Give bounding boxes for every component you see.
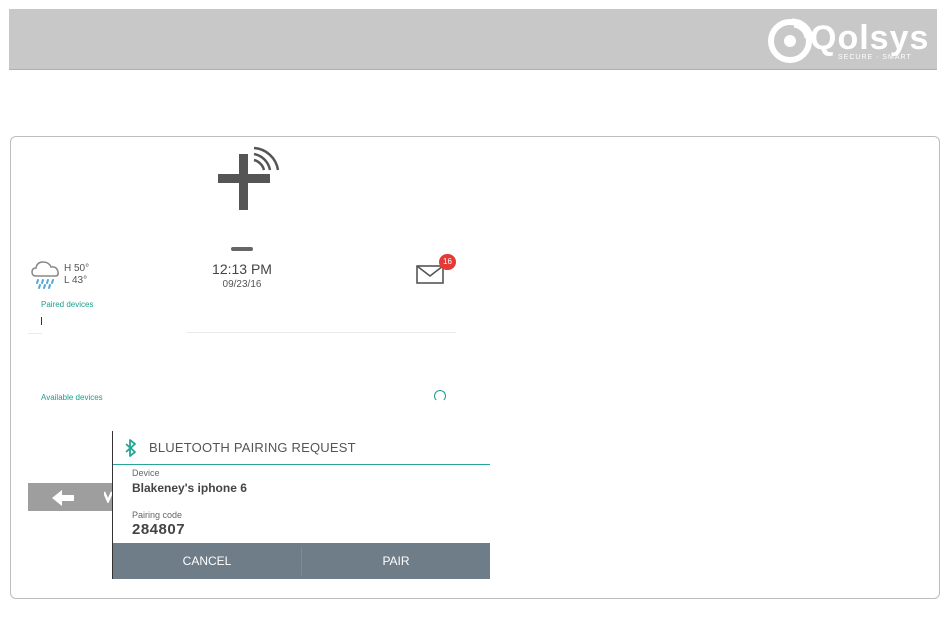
- clock-time: 12:13 PM: [212, 261, 272, 277]
- pairing-code-value: 284807: [132, 521, 186, 538]
- paired-devices-label: Paired devices: [41, 300, 94, 309]
- add-bluetooth-device-icon[interactable]: [216, 146, 284, 214]
- device-name: Blakeney's iphone 6: [132, 481, 247, 495]
- weather-low-temp: L 43°: [64, 275, 88, 286]
- dialog-action-bar: CANCEL PAIR: [113, 543, 490, 579]
- qolsys-logo: Qolsys SECURE · SMART: [768, 16, 928, 64]
- logo-text: Qolsys: [810, 19, 930, 57]
- clock-date: 09/23/16: [222, 279, 262, 290]
- bluetooth-icon: [125, 439, 136, 457]
- rain-cloud-icon: [31, 261, 59, 289]
- available-devices-label: Available devices: [41, 393, 103, 402]
- cancel-button[interactable]: CANCEL: [113, 543, 301, 579]
- paired-devices-list: [41, 317, 42, 325]
- weather-high-temp: H 50°: [64, 263, 90, 274]
- nav-down-icon[interactable]: [104, 491, 112, 503]
- divider: [186, 332, 456, 333]
- back-arrow-icon[interactable]: [50, 489, 76, 507]
- dialog-header: BLUETOOTH PAIRING REQUEST: [113, 431, 490, 465]
- pull-down-handle[interactable]: [231, 247, 253, 251]
- scanning-spinner-icon: [434, 390, 446, 402]
- pairing-code-label: Pairing code: [132, 510, 183, 520]
- bluetooth-pairing-dialog: BLUETOOTH PAIRING REQUEST Device Blakene…: [112, 431, 490, 579]
- logo-tagline: SECURE · SMART: [838, 54, 912, 61]
- pair-button[interactable]: PAIR: [302, 543, 490, 579]
- dialog-title: BLUETOOTH PAIRING REQUEST: [149, 440, 356, 455]
- message-count-badge: 16: [439, 254, 456, 270]
- device-label: Device: [132, 468, 160, 478]
- divider: [28, 333, 42, 334]
